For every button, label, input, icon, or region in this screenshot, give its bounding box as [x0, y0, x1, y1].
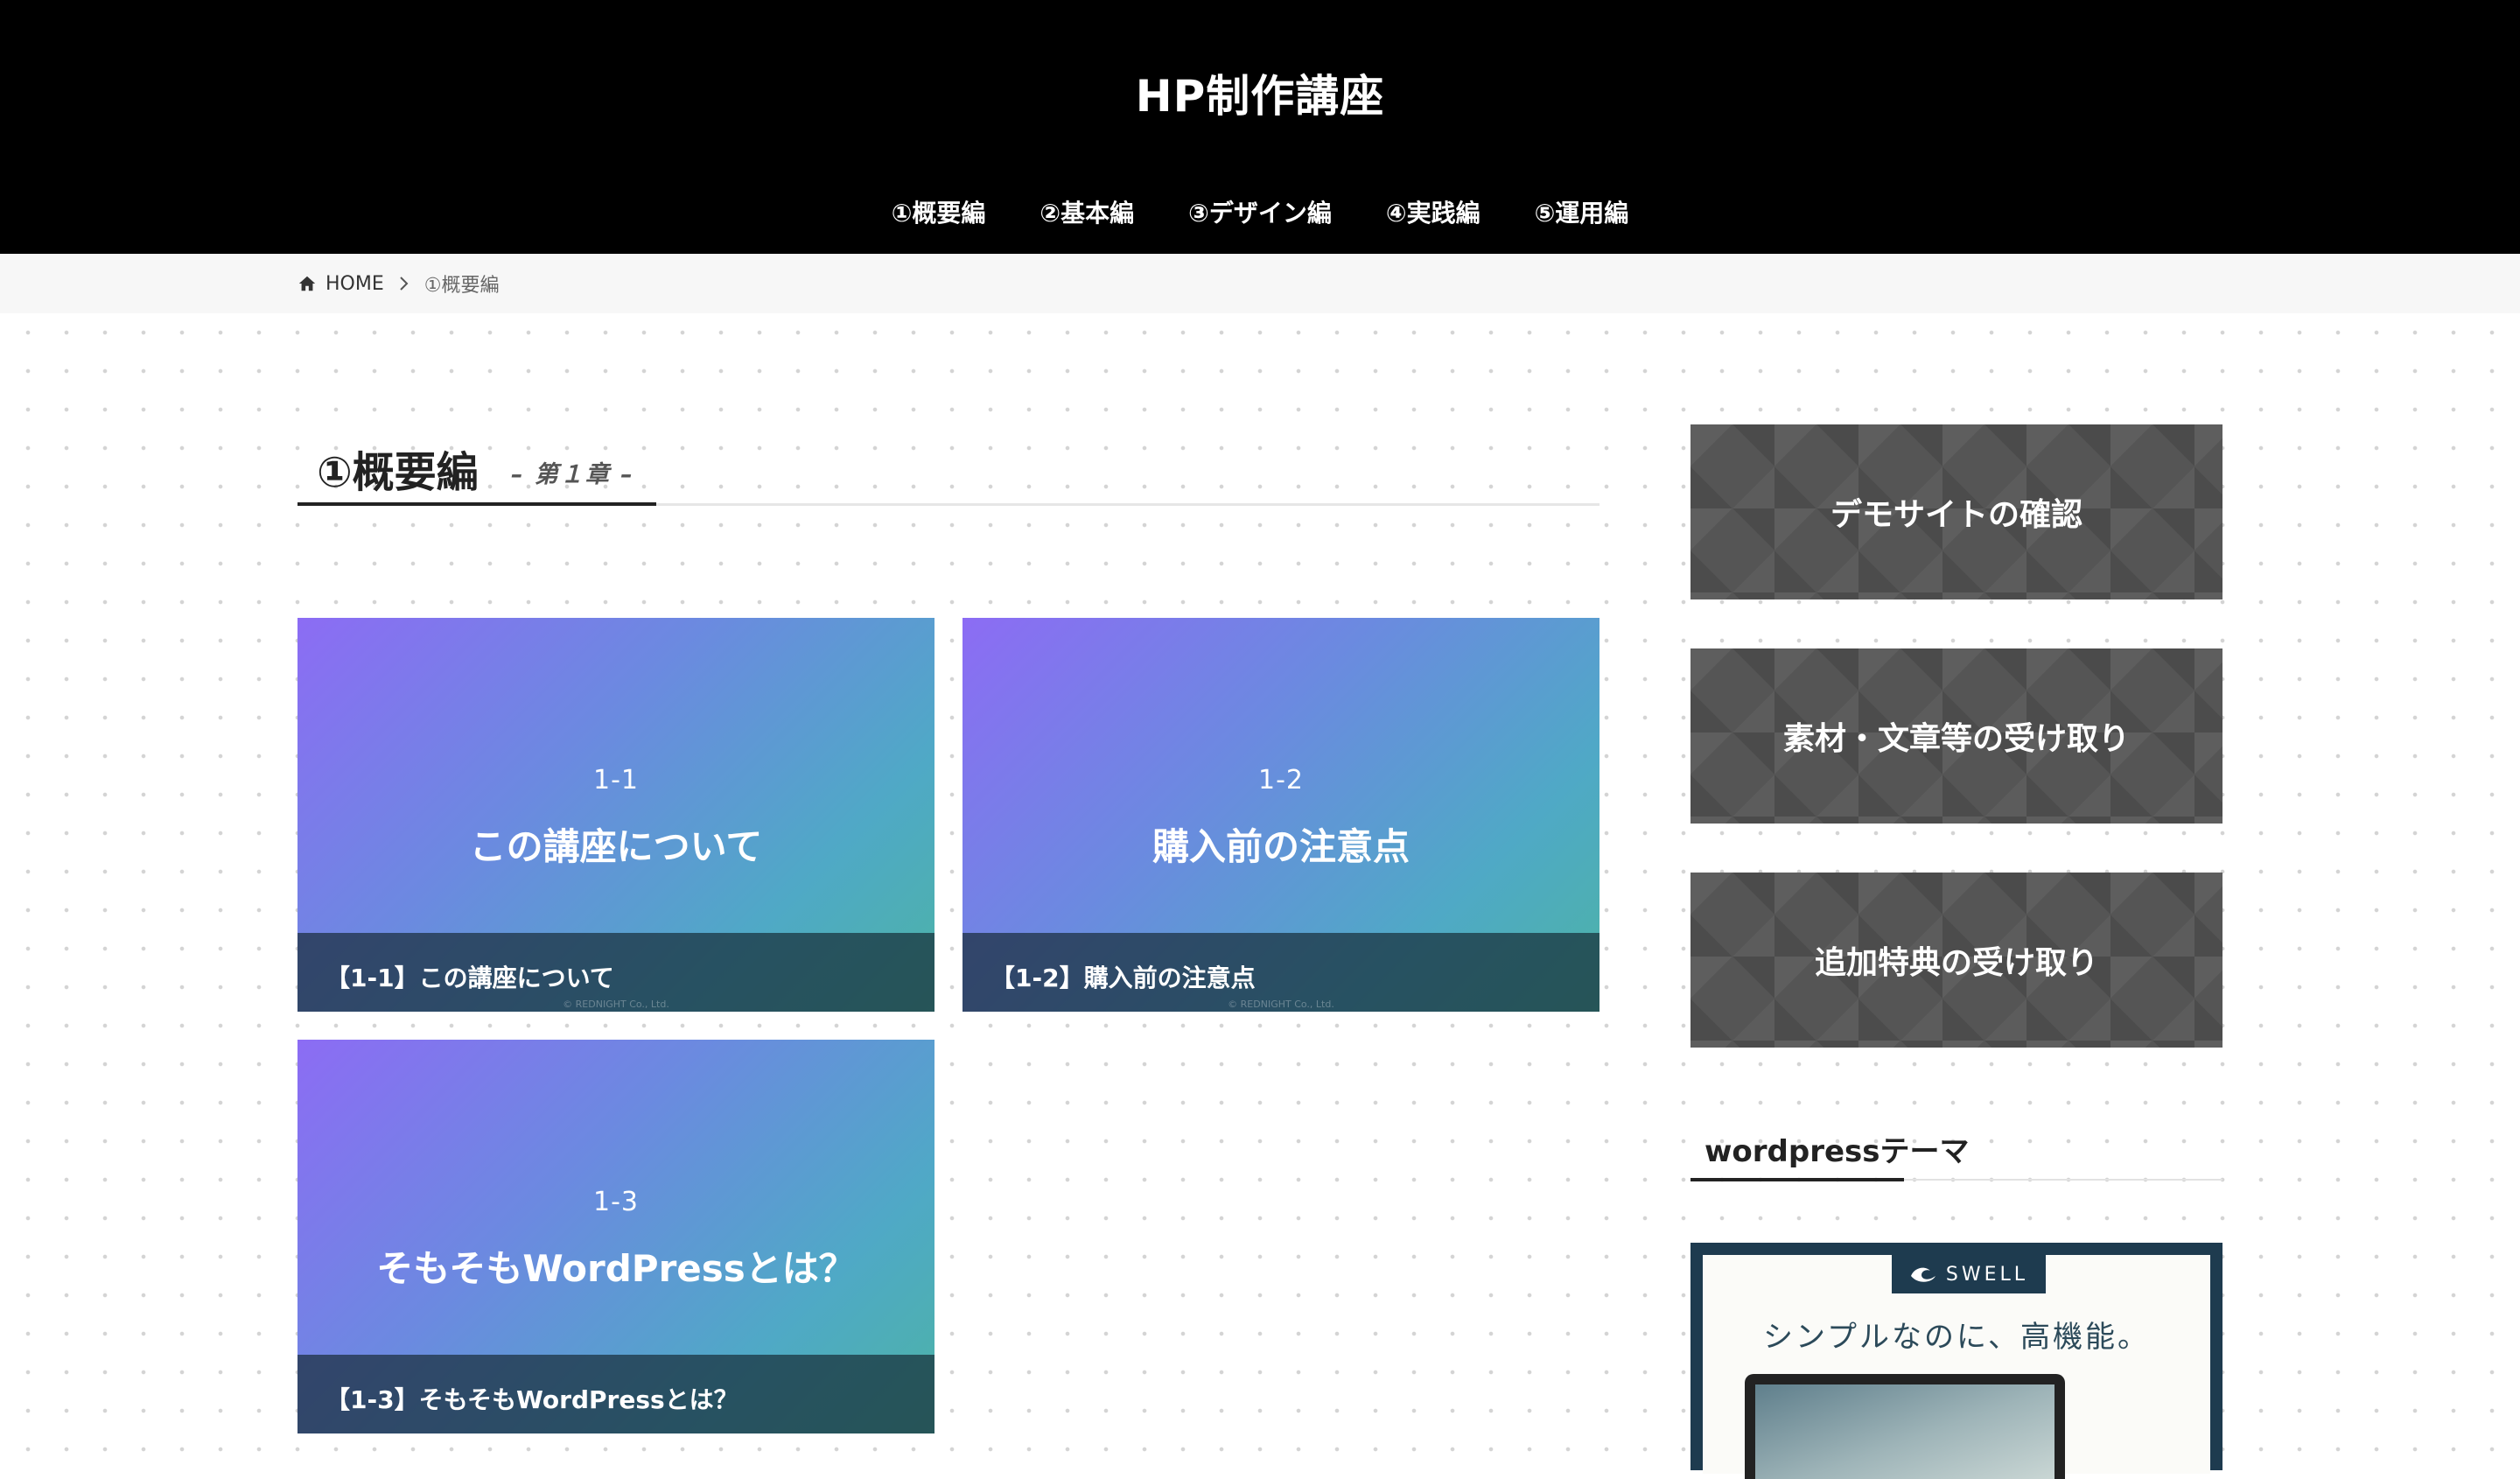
laptop-image	[1745, 1374, 2065, 1479]
page-subtitle: – 第１章 –	[511, 461, 634, 488]
site-title[interactable]: HP制作講座	[0, 61, 2520, 124]
page-heading: ①概要編 – 第１章 –	[298, 429, 1600, 508]
nav-item-overview[interactable]: ①概要編	[864, 194, 1013, 229]
card-headline: この講座について	[469, 825, 763, 868]
post-card[interactable]: 1-3 そもそもWordPressとは？ 【1-3】そもそもWordPressと…	[298, 1040, 934, 1433]
banner-demo-site[interactable]: デモサイトの確認	[1690, 424, 2222, 599]
banner-label: デモサイトの確認	[1830, 497, 2082, 533]
breadcrumb-home[interactable]: HOME	[326, 273, 384, 295]
banner-label: 追加特典の受け取り	[1814, 945, 2098, 981]
widget-title: wordpressテーマ	[1690, 1118, 2222, 1181]
card-caption: 【1-1】この講座について © REDNIGHT Co., Ltd.	[298, 933, 934, 1012]
card-caption: 【1-3】そもそもWordPressとは？	[298, 1355, 934, 1433]
card-caption: 【1-2】購入前の注意点 © REDNIGHT Co., Ltd.	[962, 933, 1600, 1012]
ad-logo-text: SWELL	[1945, 1263, 2029, 1286]
ad-inner: SWELL シンプルなのに、高機能。	[1703, 1255, 2210, 1479]
card-caption-text[interactable]: 【1-2】購入前の注意点	[990, 959, 1256, 994]
card-caption-text[interactable]: 【1-3】そもそもWordPressとは？	[326, 1381, 738, 1416]
swell-logo: SWELL	[1892, 1255, 2046, 1293]
site-header: HP制作講座 ①概要編 ②基本編 ③デザイン編 ④実践編 ⑤運用編	[0, 0, 2520, 254]
card-headline: そもそもWordPressとは？	[376, 1247, 856, 1290]
widget-title-text: wordpressテーマ	[1704, 1134, 1970, 1169]
post-card[interactable]: 1-2 購入前の注意点 【1-2】購入前の注意点 © REDNIGHT Co.,…	[962, 618, 1600, 1012]
banner-materials[interactable]: 素材・文章等の受け取り	[1690, 648, 2222, 824]
nav-item-operation[interactable]: ⑤運用編	[1508, 194, 1656, 229]
chevron-right-icon	[400, 277, 409, 291]
home-icon	[298, 276, 316, 291]
card-headline: 購入前の注意点	[1152, 825, 1410, 868]
card-copyright: © REDNIGHT Co., Ltd.	[563, 999, 669, 1010]
nav-item-design[interactable]: ③デザイン編	[1161, 194, 1359, 229]
breadcrumb-current: ①概要編	[424, 275, 500, 297]
nav-item-practice[interactable]: ④実践編	[1359, 194, 1508, 229]
global-nav: ①概要編 ②基本編 ③デザイン編 ④実践編 ⑤運用編	[0, 194, 2520, 229]
card-copyright: © REDNIGHT Co., Ltd.	[1228, 999, 1334, 1010]
swell-wave-icon	[1910, 1267, 1936, 1282]
card-number: 1-3	[593, 1187, 639, 1217]
widget-title-divider-accent	[1690, 1178, 1904, 1181]
post-card[interactable]: 1-1 この講座について 【1-1】この講座について © REDNIGHT Co…	[298, 618, 934, 1012]
banner-label: 素材・文章等の受け取り	[1782, 721, 2130, 757]
breadcrumb-bar: HOME ①概要編	[0, 254, 2520, 313]
ad-tagline: シンプルなのに、高機能。	[1763, 1320, 2150, 1355]
nav-item-basic[interactable]: ②基本編	[1012, 194, 1161, 229]
banner-bonus[interactable]: 追加特典の受け取り	[1690, 873, 2222, 1048]
laptop-screen	[1755, 1384, 2054, 1479]
breadcrumb: HOME ①概要編	[298, 254, 499, 313]
theme-ad-banner[interactable]: SWELL シンプルなのに、高機能。	[1690, 1243, 2222, 1479]
card-caption-text[interactable]: 【1-1】この講座について	[326, 959, 614, 994]
page-title: ①概要編	[317, 448, 479, 497]
card-number: 1-1	[593, 765, 639, 796]
heading-divider-accent	[298, 502, 656, 506]
card-number: 1-2	[1258, 765, 1304, 796]
